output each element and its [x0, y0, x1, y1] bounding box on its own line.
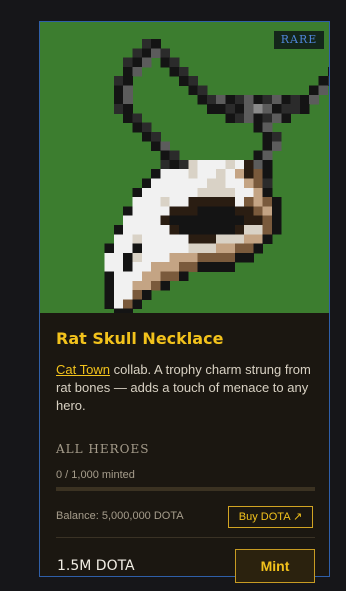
rarity-badge: RARE	[274, 31, 324, 49]
item-description: Cat Town collab. A trophy charm strung f…	[56, 361, 318, 415]
item-price: 1.5M DOTA	[57, 558, 135, 574]
item-artwork: RARE	[40, 22, 329, 313]
buy-dota-button[interactable]: Buy DOTA ↗	[228, 506, 313, 528]
item-title: Rat Skull Necklace	[56, 329, 224, 348]
mint-button[interactable]: Mint	[235, 549, 315, 583]
mint-progress-bar	[56, 487, 315, 491]
wallet-balance: Balance: 5,000,000 DOTA	[56, 510, 184, 522]
rat-skull-necklace-icon	[104, 39, 329, 313]
minted-count: 0 / 1,000 minted	[56, 469, 135, 481]
divider	[56, 537, 315, 538]
item-card: RARE Rat Skull Necklace Cat Town collab.…	[39, 21, 330, 583]
hero-restriction: ALL HEROES	[56, 442, 150, 456]
collab-link[interactable]: Cat Town	[56, 362, 110, 377]
